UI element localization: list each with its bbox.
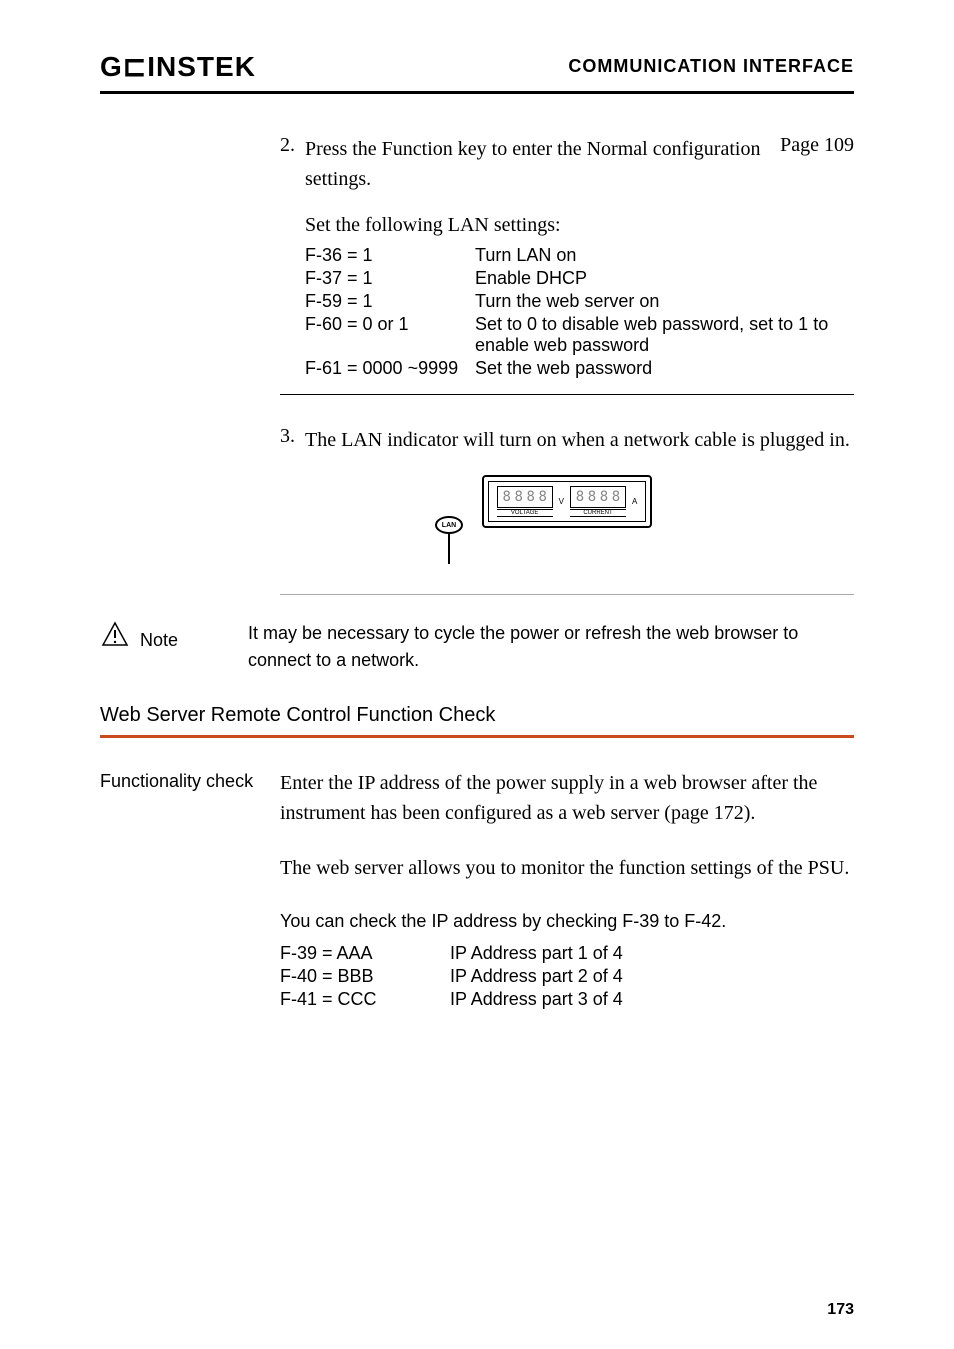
setting-value: Set to 0 to disable web password, set to…: [475, 314, 854, 356]
amp-unit: A: [632, 497, 637, 506]
lan-settings-block: Set the following LAN settings: F-36 = 1…: [305, 214, 854, 379]
section-heading: Web Server Remote Control Function Check: [100, 704, 854, 738]
digit-icon: 8: [502, 489, 512, 505]
setting-key: F-37 = 1: [305, 268, 475, 289]
lcd-display-diagram: 8 8 8 8 VOLTAGE V 8 8 8 8 CURRENT: [417, 475, 717, 564]
horizontal-divider: [280, 394, 854, 395]
voltage-display: 8 8 8 8 VOLTAGE: [497, 486, 553, 517]
ip-row: F-40 = BBB IP Address part 2 of 4: [280, 966, 854, 987]
digit-icon: 8: [599, 489, 609, 505]
segment-digits: 8 8 8 8: [497, 486, 553, 508]
settings-intro: Set the following LAN settings:: [305, 214, 854, 237]
ip-key: F-40 = BBB: [280, 966, 450, 987]
main-content: 2. Press the Function key to enter the N…: [100, 134, 854, 1012]
ip-value: IP Address part 2 of 4: [450, 966, 623, 987]
step-3: 3. The LAN indicator will turn on when a…: [280, 425, 854, 455]
volt-unit: V: [559, 497, 564, 506]
setting-key: F-59 = 1: [305, 291, 475, 312]
warning-triangle-icon: [100, 620, 130, 650]
functionality-content: Enter the IP address of the power supply…: [280, 768, 854, 1012]
horizontal-divider-light: [280, 594, 854, 595]
functionality-para2: The web server allows you to monitor the…: [280, 853, 854, 883]
ip-row: F-39 = AAA IP Address part 1 of 4: [280, 943, 854, 964]
callout-line-icon: [448, 534, 450, 564]
setting-value: Turn the web server on: [475, 291, 854, 312]
ip-row: F-41 = CCC IP Address part 3 of 4: [280, 989, 854, 1010]
ip-value: IP Address part 1 of 4: [450, 943, 623, 964]
step-text: Press the Function key to enter the Norm…: [305, 134, 770, 194]
current-display: 8 8 8 8 CURRENT: [570, 486, 626, 517]
setting-value: Turn LAN on: [475, 245, 854, 266]
setting-key: F-36 = 1: [305, 245, 475, 266]
ip-intro: You can check the IP address by checking…: [280, 908, 854, 935]
step-instruction: Press the Function key to enter the Norm…: [305, 138, 760, 190]
digit-icon: 8: [538, 489, 548, 505]
page-reference: Page 109: [770, 134, 854, 194]
brand-logo: G⊏INSTEK: [100, 50, 256, 83]
setting-value: Enable DHCP: [475, 268, 854, 289]
page-section-title: COMMUNICATION INTERFACE: [568, 56, 854, 77]
functionality-block: Functionality check Enter the IP address…: [100, 768, 854, 1012]
lan-label: LAN: [442, 522, 456, 529]
ip-key: F-41 = CCC: [280, 989, 450, 1010]
step-number: 2.: [280, 134, 305, 194]
setting-key: F-60 = 0 or 1: [305, 314, 475, 356]
setting-value: Set the web password: [475, 358, 854, 379]
step-number: 3.: [280, 425, 305, 455]
ip-address-block: You can check the IP address by checking…: [280, 908, 854, 1010]
lan-indicator-callout: LAN: [435, 516, 717, 564]
segment-digits: 8 8 8 8: [570, 486, 626, 508]
setting-row: F-36 = 1 Turn LAN on: [305, 245, 854, 266]
digit-icon: 8: [514, 489, 524, 505]
setting-row: F-59 = 1 Turn the web server on: [305, 291, 854, 312]
digit-icon: 8: [611, 489, 621, 505]
ip-key: F-39 = AAA: [280, 943, 450, 964]
page-number: 173: [827, 1301, 854, 1319]
note-block: Note It may be necessary to cycle the po…: [100, 620, 854, 674]
note-text: It may be necessary to cycle the power o…: [248, 620, 854, 674]
setting-row: F-60 = 0 or 1 Set to 0 to disable web pa…: [305, 314, 854, 356]
setting-row: F-61 = 0000 ~9999 Set the web password: [305, 358, 854, 379]
step-text: The LAN indicator will turn on when a ne…: [305, 425, 854, 455]
ip-value: IP Address part 3 of 4: [450, 989, 623, 1010]
step-2: 2. Press the Function key to enter the N…: [280, 134, 854, 194]
note-label: Note: [140, 630, 178, 651]
lan-oval-icon: LAN: [435, 516, 463, 534]
digit-icon: 8: [575, 489, 585, 505]
page-header: G⊏INSTEK COMMUNICATION INTERFACE: [100, 50, 854, 94]
digit-icon: 8: [587, 489, 597, 505]
functionality-para1: Enter the IP address of the power supply…: [280, 768, 854, 828]
functionality-label: Functionality check: [100, 768, 280, 1012]
setting-row: F-37 = 1 Enable DHCP: [305, 268, 854, 289]
setting-key: F-61 = 0000 ~9999: [305, 358, 475, 379]
digit-icon: 8: [526, 489, 536, 505]
